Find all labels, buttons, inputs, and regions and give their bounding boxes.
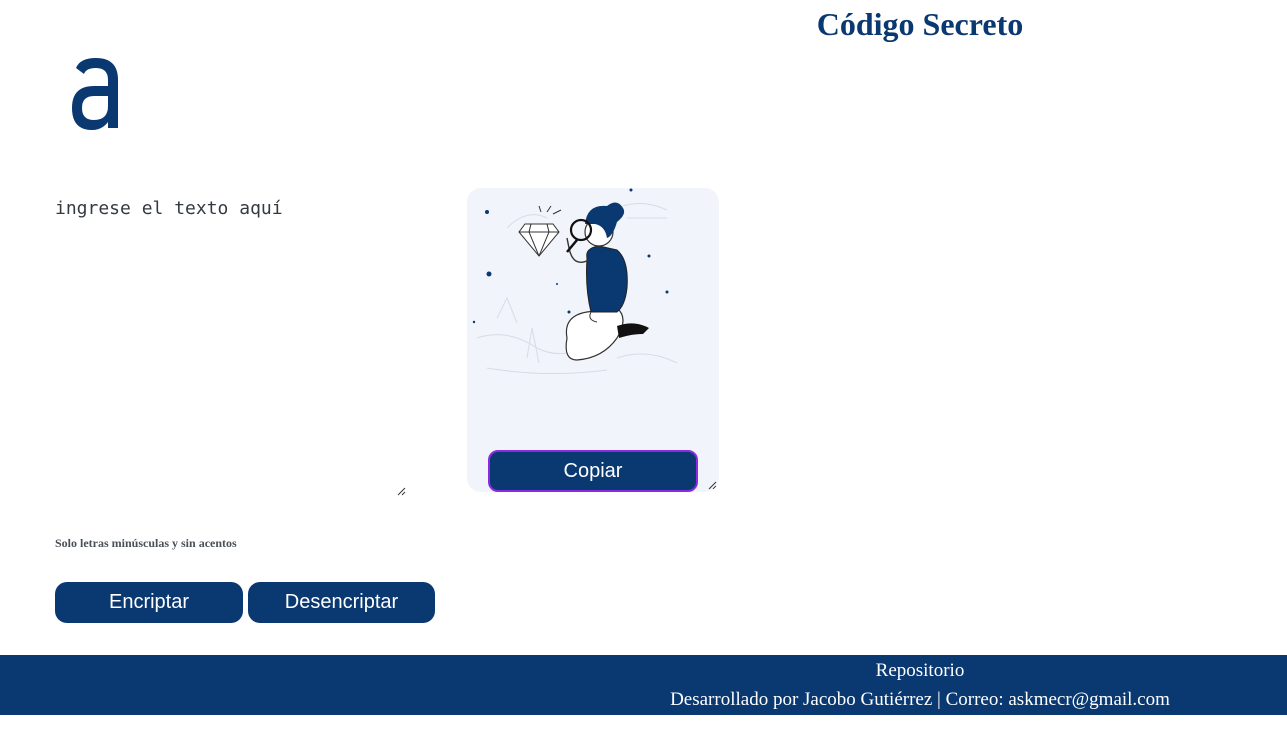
encrypt-button[interactable]: Encriptar <box>55 582 243 623</box>
logo-icon <box>66 54 126 134</box>
page-title: Código Secreto <box>816 6 1024 42</box>
resize-handle-icon[interactable] <box>707 480 717 490</box>
person-with-magnifier-illustration <box>472 188 678 375</box>
message-input[interactable] <box>55 196 407 496</box>
input-hint: Solo letras minúsculas y sin acentos <box>55 536 237 550</box>
footer: Repositorio Desarrollado por Jacobo Guti… <box>0 655 1287 715</box>
repository-link[interactable]: Repositorio <box>820 660 1020 682</box>
decrypt-button[interactable]: Desencriptar <box>248 582 435 623</box>
copy-button[interactable]: Copiar <box>488 450 698 492</box>
resize-handle-icon[interactable] <box>396 486 406 496</box>
output-panel: Copiar <box>467 188 719 492</box>
footer-credit: Desarrollado por Jacobo Gutiérrez | Corr… <box>670 689 1170 710</box>
